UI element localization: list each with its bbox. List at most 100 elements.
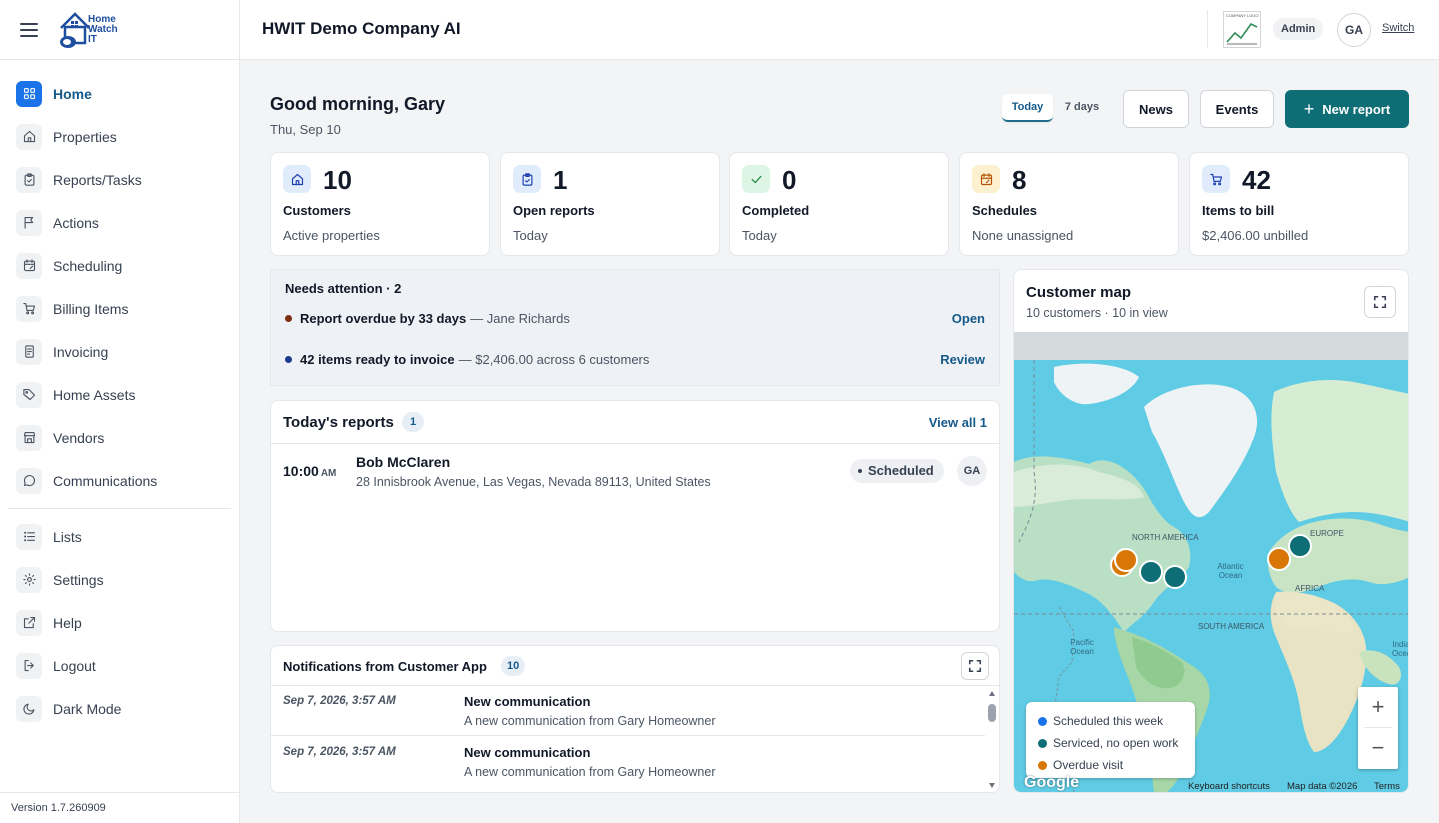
range-today-tab[interactable]: Today	[1002, 94, 1053, 122]
reports-count-badge: 1	[402, 412, 424, 432]
news-button[interactable]: News	[1123, 90, 1189, 128]
map-zoom-controls: + −	[1358, 687, 1398, 769]
new-report-button[interactable]: + New report	[1285, 90, 1409, 128]
menu-icon[interactable]	[20, 22, 38, 37]
sidebar-item-label: Help	[53, 614, 82, 631]
map-attribution: Google Keyboard shortcuts Map data ©2026…	[1014, 774, 1408, 792]
sidebar-item-logout[interactable]: Logout	[0, 644, 239, 687]
sidebar-item-label: Settings	[53, 571, 104, 588]
stat-title: Completed	[742, 203, 810, 218]
notifications-title: Notifications from Customer App	[283, 659, 487, 674]
scroll-down-arrow[interactable]	[989, 783, 995, 788]
stat-card-schedules[interactable]: 8 Schedules None unassigned	[959, 152, 1179, 256]
stat-subtitle: $2,406.00 unbilled	[1202, 228, 1309, 243]
sidebar-item-vendors[interactable]: Vendors	[0, 416, 239, 459]
stat-card-customers[interactable]: 10 Customers Active properties	[270, 152, 490, 256]
sidebar-item-billing-items[interactable]: Billing Items	[0, 287, 239, 330]
assignee-avatar: GA	[957, 456, 987, 486]
switch-link[interactable]: Switch	[1382, 22, 1414, 34]
sidebar-item-home-assets[interactable]: Home Assets	[0, 373, 239, 416]
stat-subtitle: Today	[742, 228, 777, 243]
top-header: HWIT Demo Company AI COMPANY LOGO Admin …	[240, 0, 1439, 60]
sidebar-item-scheduling[interactable]: Scheduling	[0, 244, 239, 287]
terms-link[interactable]: Terms	[1374, 781, 1400, 792]
sidebar-item-home[interactable]: Home	[0, 72, 239, 115]
sidebar-item-label: Actions	[53, 214, 99, 231]
map-canvas[interactable]: NORTH AMERICA SOUTH AMERICA EUROPE AFRIC…	[1014, 332, 1408, 792]
current-date: Thu, Sep 10	[270, 122, 341, 137]
scroll-up-arrow[interactable]	[989, 691, 995, 696]
sidebar-item-actions[interactable]: Actions	[0, 201, 239, 244]
status-badge: Scheduled	[850, 459, 944, 483]
cart-icon	[22, 302, 35, 315]
review-invoice-link[interactable]: Review	[940, 352, 985, 367]
stat-card-completed[interactable]: 0 Completed Today	[729, 152, 949, 256]
open-overdue-link[interactable]: Open	[952, 311, 985, 326]
sidebar-item-properties[interactable]: Properties	[0, 115, 239, 158]
stat-card-open-reports[interactable]: 1 Open reports Today	[500, 152, 720, 256]
expand-notifications-button[interactable]	[961, 652, 989, 680]
zoom-out-button[interactable]: −	[1358, 728, 1398, 768]
tag-icon	[22, 388, 35, 401]
map-marker-serviced[interactable]	[1163, 565, 1187, 589]
scroll-thumb[interactable]	[988, 704, 996, 722]
header-divider	[1207, 10, 1208, 48]
company-logo[interactable]: COMPANY LOGO	[1223, 11, 1261, 48]
map-title: Customer map	[1026, 284, 1132, 301]
map-data-label: Map data ©2026	[1287, 781, 1358, 792]
sidebar-item-invoicing[interactable]: Invoicing	[0, 330, 239, 373]
notification-date: Sep 7, 2026, 3:57 AM	[283, 695, 396, 707]
notifications-panel: Notifications from Customer App 10 Sep 7…	[270, 645, 1000, 793]
events-button[interactable]: Events	[1200, 90, 1274, 128]
map-marker-overdue[interactable]	[1114, 548, 1138, 572]
attention-row-invoice: 42 items ready to invoice — $2,406.00 ac…	[285, 352, 649, 367]
todays-reports-panel: Today's reports 1 View all 1 10:00 AM Bob…	[270, 400, 1000, 632]
attention-row-detail: — Jane Richards	[470, 311, 570, 326]
greeting: Good morning, Gary	[270, 94, 446, 114]
sidebar-item-label: Properties	[53, 128, 117, 145]
sidebar-divider	[8, 508, 231, 509]
map-subtitle: 10 customers · 10 in view	[1026, 306, 1168, 320]
stat-subtitle: Today	[513, 228, 548, 243]
range-7-days-tab[interactable]: 7 days	[1060, 94, 1104, 122]
notification-item[interactable]: Sep 7, 2026, 3:57 AM New communication A…	[271, 686, 985, 736]
home-watch-it-logo[interactable]: Home Watch IT	[58, 8, 128, 52]
notifications-scrollbar[interactable]	[987, 688, 997, 792]
sidebar-item-settings[interactable]: Settings	[0, 558, 239, 601]
notification-item[interactable]: Sep 7, 2026, 3:57 AM New communication A…	[271, 737, 985, 787]
notification-date: Sep 7, 2026, 3:57 AM	[283, 746, 396, 758]
sidebar-item-label: Reports/Tasks	[53, 171, 142, 188]
customer-map-panel: Customer map 10 customers · 10 in view N…	[1013, 269, 1409, 793]
expand-icon	[968, 659, 982, 673]
status-dot	[285, 356, 292, 363]
sidebar-item-dark-mode[interactable]: Dark Mode	[0, 687, 239, 730]
expand-map-button[interactable]	[1364, 286, 1396, 318]
map-marker-serviced[interactable]	[1288, 534, 1312, 558]
google-logo: Google	[1024, 774, 1080, 791]
stat-value: 8	[1012, 165, 1027, 195]
new-report-label: New report	[1322, 101, 1391, 117]
report-customer-name: Bob McClaren	[356, 454, 451, 470]
attention-row-detail: — $2,406.00 across 6 customers	[458, 352, 650, 367]
user-avatar[interactable]: GA	[1337, 13, 1371, 47]
map-marker-serviced[interactable]	[1139, 560, 1163, 584]
sidebar-item-reports-tasks[interactable]: Reports/Tasks	[0, 158, 239, 201]
needs-attention-panel: Needs attention · 2 Report overdue by 33…	[270, 269, 1000, 386]
moon-icon	[22, 703, 34, 715]
expand-icon	[1373, 295, 1387, 309]
sidebar-item-communications[interactable]: Communications	[0, 459, 239, 502]
sidebar-item-help[interactable]: Help	[0, 601, 239, 644]
sidebar-item-lists[interactable]: Lists	[0, 515, 239, 558]
house-icon	[23, 130, 35, 143]
sidebar-item-label: Dark Mode	[53, 700, 122, 717]
stat-card-items-to-bill[interactable]: 42 Items to bill $2,406.00 unbilled	[1189, 152, 1409, 256]
reports-title: Today's reports	[283, 414, 394, 431]
chart-logo-icon	[1226, 22, 1258, 45]
map-marker-overdue[interactable]	[1267, 547, 1291, 571]
gear-icon	[22, 573, 36, 586]
keyboard-shortcuts-link[interactable]: Keyboard shortcuts	[1188, 781, 1270, 792]
zoom-in-button[interactable]: +	[1358, 687, 1398, 727]
view-all-link[interactable]: View all 1	[929, 415, 987, 430]
logout-icon	[24, 659, 34, 672]
logo-text: Home Watch IT	[88, 13, 118, 45]
